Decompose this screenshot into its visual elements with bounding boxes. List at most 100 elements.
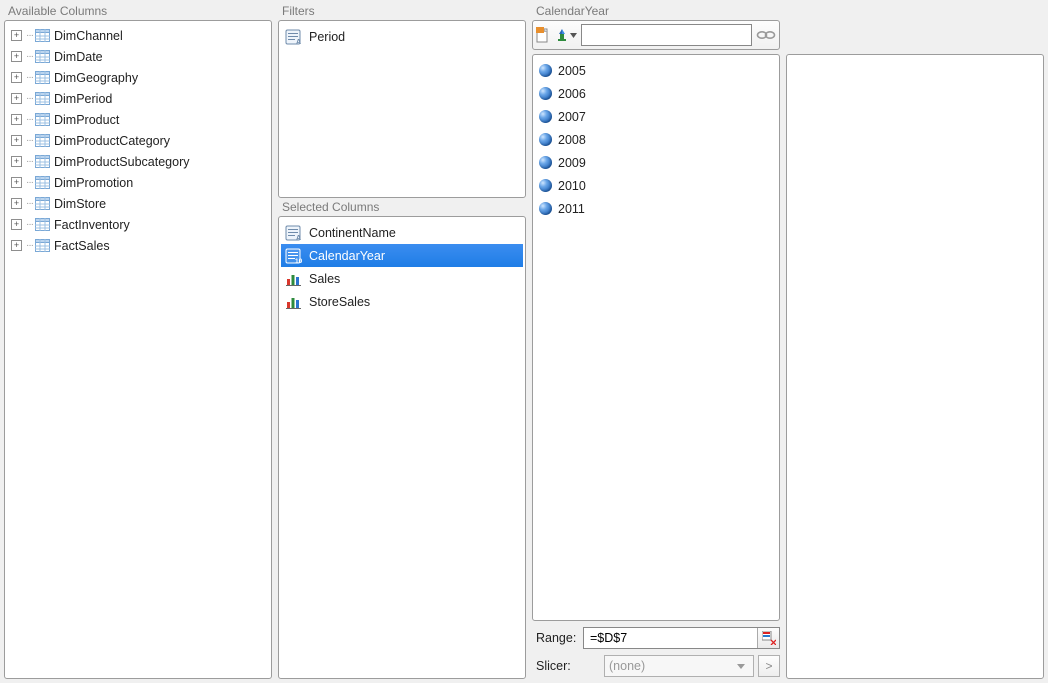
expand-icon[interactable]: + — [11, 30, 22, 41]
dots-icon: ··· — [26, 198, 33, 209]
preview-panel[interactable] — [786, 54, 1044, 679]
table-icon — [35, 134, 50, 147]
tree-item[interactable]: + ··· DimGeography — [11, 67, 269, 88]
selected-column-label: StoreSales — [309, 295, 370, 309]
dots-icon: ··· — [26, 72, 33, 83]
sphere-icon — [539, 64, 552, 77]
table-icon — [35, 71, 50, 84]
range-input[interactable] — [584, 628, 757, 648]
table-icon — [35, 92, 50, 105]
dots-icon: ··· — [26, 177, 33, 188]
dots-icon: ··· — [26, 135, 33, 146]
expand-icon[interactable]: + — [11, 51, 22, 62]
table-icon — [35, 197, 50, 210]
preview-label — [786, 2, 1044, 20]
dots-icon: ··· — [26, 156, 33, 167]
sphere-icon — [539, 133, 552, 146]
sphere-icon — [539, 110, 552, 123]
expand-icon[interactable]: + — [11, 93, 22, 104]
dots-icon: ··· — [26, 30, 33, 41]
slicer-value: (none) — [609, 659, 645, 673]
tree-item-label: FactSales — [52, 239, 110, 253]
tree-item[interactable]: + ··· DimDate — [11, 46, 269, 67]
sphere-icon — [539, 179, 552, 192]
expand-icon[interactable]: + — [11, 240, 22, 251]
year-value-label: 2008 — [558, 133, 586, 147]
year-value-label: 2009 — [558, 156, 586, 170]
expand-icon[interactable]: + — [11, 72, 22, 83]
chevron-down-icon — [733, 664, 749, 669]
year-value-label: 2007 — [558, 110, 586, 124]
selected-columns-label: Selected Columns — [278, 198, 526, 216]
year-value-item[interactable]: 2011 — [535, 197, 777, 220]
tree-item[interactable]: +···DimProduct — [11, 109, 269, 130]
year-value-item[interactable]: 2007 — [535, 105, 777, 128]
year-values-panel[interactable]: 2005 2006 2007 2008 2009 2010 2011 — [532, 54, 780, 621]
selected-column-item[interactable]: AContinentName — [281, 221, 523, 244]
year-value-item[interactable]: 2005 — [535, 59, 777, 82]
tree-item[interactable]: +···DimChannel — [11, 25, 269, 46]
expand-icon[interactable]: + — [11, 177, 22, 188]
year-value-item[interactable]: 2010 — [535, 174, 777, 197]
sphere-icon — [539, 87, 552, 100]
sphere-icon — [539, 202, 552, 215]
slicer-go-button[interactable]: > — [758, 655, 780, 677]
table-icon — [35, 29, 50, 42]
available-columns-label: Available Columns — [4, 2, 272, 20]
refresh-button[interactable] — [554, 25, 570, 45]
link-icon[interactable] — [756, 25, 776, 45]
filter-input[interactable] — [581, 24, 752, 46]
selected-column-item[interactable]: 10 CalendarYear — [281, 244, 523, 267]
tree-item[interactable]: +···DimStore — [11, 193, 269, 214]
slicer-label: Slicer: — [536, 659, 600, 673]
tree-item[interactable]: +···DimProductSubcategory — [11, 151, 269, 172]
range-picker-button[interactable] — [757, 628, 779, 648]
dots-icon: ··· — [26, 93, 33, 104]
dots-icon: ··· — [26, 240, 33, 251]
selected-columns-panel[interactable]: AContinentName 10 CalendarYear Sales StoreSa… — [278, 216, 526, 679]
filters-label: Filters — [278, 2, 526, 20]
filters-panel[interactable]: APeriod — [278, 20, 526, 198]
dots-icon: ··· — [26, 219, 33, 230]
text-column-icon: A — [285, 225, 303, 241]
selected-column-item[interactable]: Sales — [281, 267, 523, 290]
tree-item[interactable]: + ··· DimProductCategory — [11, 130, 269, 151]
expand-icon[interactable]: + — [11, 198, 22, 209]
expand-icon[interactable]: + — [11, 156, 22, 167]
numeric-column-icon: 10 — [285, 248, 303, 264]
tree-item[interactable]: +···DimPeriod — [11, 88, 269, 109]
bars-icon — [285, 271, 303, 287]
filter-item[interactable]: APeriod — [281, 25, 523, 48]
available-columns-panel[interactable]: +···DimChannel+···DimDate+···DimGeograph… — [4, 20, 272, 679]
expand-icon[interactable]: + — [11, 114, 22, 125]
table-icon — [35, 113, 50, 126]
year-value-item[interactable]: 2006 — [535, 82, 777, 105]
tree-item[interactable]: + ··· FactInventory — [11, 214, 269, 235]
year-value-item[interactable]: 2008 — [535, 128, 777, 151]
table-icon — [35, 239, 50, 252]
values-toolbar — [532, 20, 780, 50]
tree-item[interactable]: + ··· FactSales — [11, 235, 269, 256]
expand-icon[interactable]: + — [11, 135, 22, 146]
new-doc-button[interactable] — [536, 25, 550, 45]
selected-column-label: Sales — [309, 272, 340, 286]
tree-item-label: DimPromotion — [52, 176, 133, 190]
refresh-dropdown[interactable] — [570, 25, 577, 45]
year-value-item[interactable]: 2009 — [535, 151, 777, 174]
dots-icon: ··· — [26, 114, 33, 125]
expand-icon[interactable]: + — [11, 219, 22, 230]
slicer-select[interactable]: (none) — [604, 655, 754, 677]
dots-icon: ··· — [26, 51, 33, 62]
sphere-icon — [539, 156, 552, 169]
year-value-label: 2006 — [558, 87, 586, 101]
tree-item-label: DimGeography — [52, 71, 138, 85]
table-icon — [35, 50, 50, 63]
selected-column-label: CalendarYear — [309, 249, 385, 263]
tree-item[interactable]: + ··· DimPromotion — [11, 172, 269, 193]
selected-column-item[interactable]: StoreSales — [281, 290, 523, 313]
tree-item-label: DimDate — [52, 50, 103, 64]
tree-item-label: FactInventory — [52, 218, 130, 232]
tree-item-label: DimProductCategory — [52, 134, 170, 148]
year-value-label: 2011 — [558, 202, 585, 216]
svg-text:A: A — [296, 39, 301, 45]
